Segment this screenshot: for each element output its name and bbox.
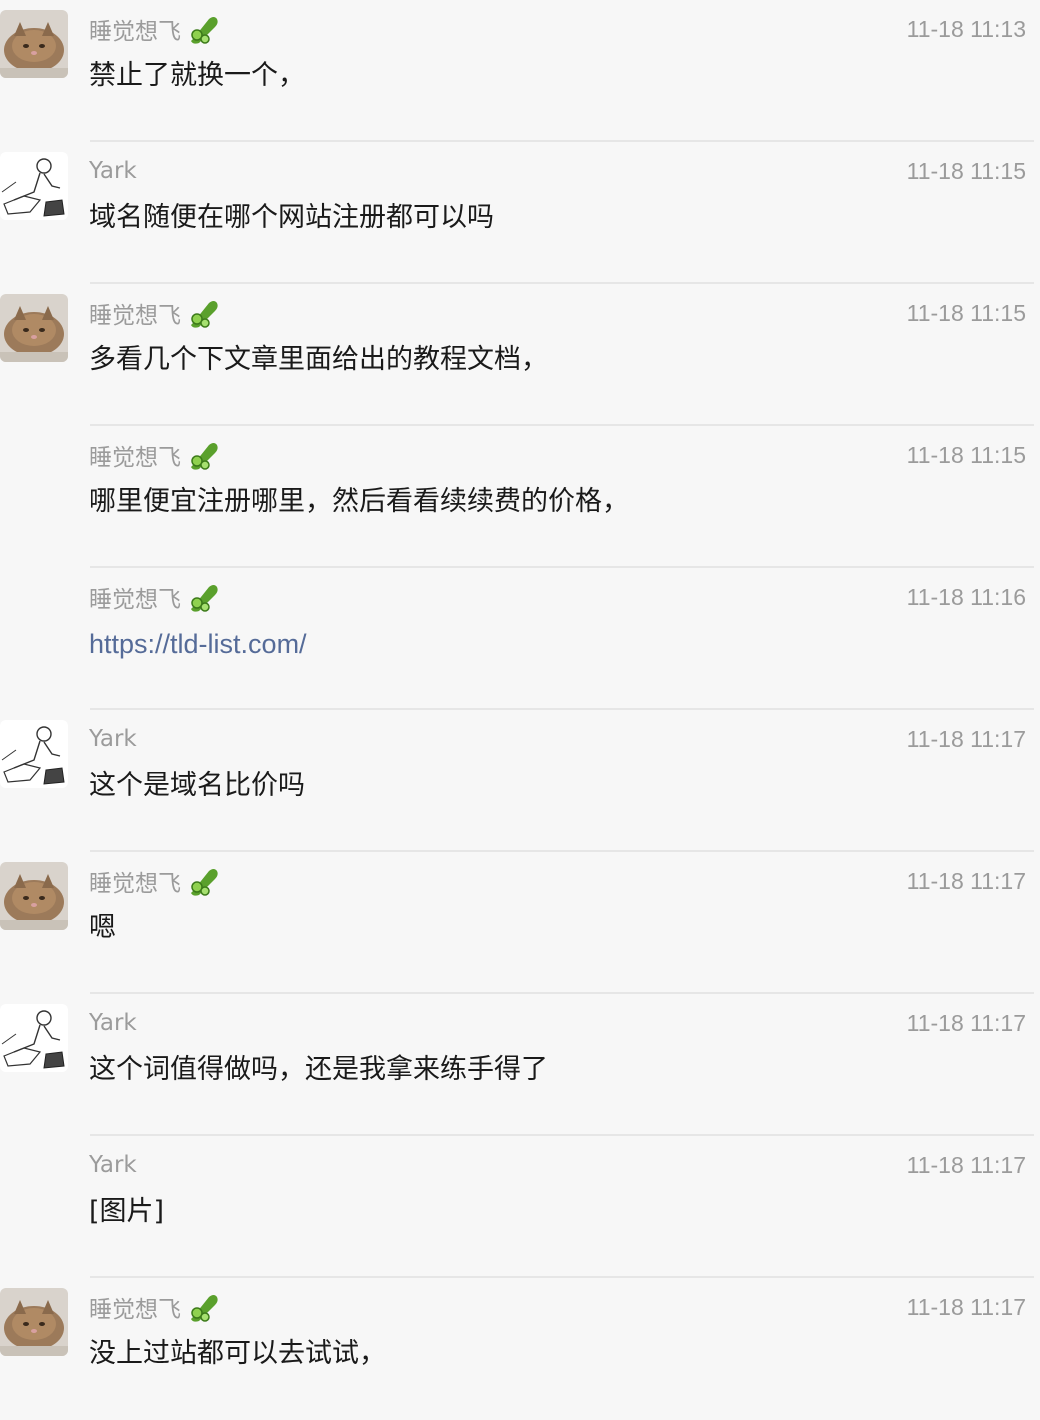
message-text[interactable]: 禁止了就换一个，	[89, 56, 305, 96]
message-link[interactable]: https://tld-list.com/	[89, 624, 307, 664]
message-time: 11-18 11:15	[906, 158, 1026, 184]
sender-name[interactable]: 睡觉想飞	[89, 12, 181, 46]
sender-name-row: 睡觉想飞	[89, 296, 221, 330]
message-time: 11-18 11:17	[906, 1010, 1026, 1036]
message-item[interactable]: 睡觉想飞 11-18 11:15 多看几个下文章里面给出的教程文档，	[0, 284, 1040, 426]
sender-name-row: 睡觉想飞	[89, 438, 221, 472]
message-item[interactable]: Yark 11-18 11:17 [图片]	[0, 1136, 1040, 1278]
cucumber-icon	[187, 297, 221, 329]
sender-name-row: Yark	[89, 154, 137, 188]
cucumber-icon	[187, 865, 221, 897]
sender-name-row: 睡觉想飞	[89, 1290, 221, 1324]
image-placeholder[interactable]: [图片]	[89, 1192, 164, 1232]
cucumber-icon	[187, 439, 221, 471]
sender-name[interactable]: Yark	[89, 158, 137, 184]
message-text[interactable]: 多看几个下文章里面给出的教程文档，	[89, 340, 548, 380]
message-time: 11-18 11:17	[906, 1294, 1026, 1320]
message-time: 11-18 11:17	[906, 1152, 1026, 1178]
message-item[interactable]: 睡觉想飞 11-18 11:15 哪里便宜注册哪里，然后看看续续费的价格，	[0, 426, 1040, 568]
message-item[interactable]: 睡觉想飞 11-18 11:17 嗯	[0, 852, 1040, 994]
sender-name-row: Yark	[89, 1006, 137, 1040]
sender-name[interactable]: 睡觉想飞	[89, 438, 181, 472]
message-text[interactable]: 嗯	[89, 908, 116, 948]
message-item[interactable]: 睡觉想飞 11-18 11:17 没上过站都可以去试试，	[0, 1278, 1040, 1420]
message-time: 11-18 11:16	[906, 584, 1026, 610]
message-time: 11-18 11:15	[906, 442, 1026, 468]
cat-avatar[interactable]	[0, 862, 68, 930]
message-item[interactable]: Yark 11-18 11:17 这个是域名比价吗	[0, 710, 1040, 852]
chat-message-list[interactable]: 睡觉想飞 11-18 11:13 禁止了就换一个， Yark 11-18 11:…	[0, 0, 1040, 1394]
message-text[interactable]: 这个是域名比价吗	[89, 766, 305, 806]
sketch-avatar[interactable]	[0, 1004, 68, 1072]
sender-name[interactable]: Yark	[89, 1152, 137, 1178]
sender-name-row: Yark	[89, 1148, 137, 1182]
message-item[interactable]: 睡觉想飞 11-18 11:16 https://tld-list.com/	[0, 568, 1040, 710]
message-text[interactable]: 哪里便宜注册哪里，然后看看续续费的价格，	[89, 482, 629, 522]
sender-name[interactable]: 睡觉想飞	[89, 296, 181, 330]
cucumber-icon	[187, 581, 221, 613]
message-item[interactable]: 睡觉想飞 11-18 11:13 禁止了就换一个，	[0, 0, 1040, 142]
sender-name[interactable]: Yark	[89, 1010, 137, 1036]
cat-avatar[interactable]	[0, 1288, 68, 1356]
sender-name-row: Yark	[89, 722, 137, 756]
cat-avatar[interactable]	[0, 10, 68, 78]
cucumber-icon	[187, 13, 221, 45]
sketch-avatar[interactable]	[0, 720, 68, 788]
sender-name-row: 睡觉想飞	[89, 864, 221, 898]
sender-name[interactable]: 睡觉想飞	[89, 864, 181, 898]
sender-name[interactable]: 睡觉想飞	[89, 580, 181, 614]
sender-name-row: 睡觉想飞	[89, 12, 221, 46]
message-item[interactable]: Yark 11-18 11:17 这个词值得做吗，还是我拿来练手得了	[0, 994, 1040, 1136]
message-time: 11-18 11:17	[906, 726, 1026, 752]
message-time: 11-18 11:13	[906, 16, 1026, 42]
message-time: 11-18 11:17	[906, 868, 1026, 894]
message-text[interactable]: 这个词值得做吗，还是我拿来练手得了	[89, 1050, 548, 1090]
message-text[interactable]: 域名随便在哪个网站注册都可以吗	[89, 198, 494, 238]
sender-name[interactable]: 睡觉想飞	[89, 1290, 181, 1324]
message-time: 11-18 11:15	[906, 300, 1026, 326]
sketch-avatar[interactable]	[0, 152, 68, 220]
message-item[interactable]: Yark 11-18 11:15 域名随便在哪个网站注册都可以吗	[0, 142, 1040, 284]
message-text[interactable]: 没上过站都可以去试试，	[89, 1334, 386, 1374]
sender-name[interactable]: Yark	[89, 726, 137, 752]
sender-name-row: 睡觉想飞	[89, 580, 221, 614]
cat-avatar[interactable]	[0, 294, 68, 362]
cucumber-icon	[187, 1291, 221, 1323]
